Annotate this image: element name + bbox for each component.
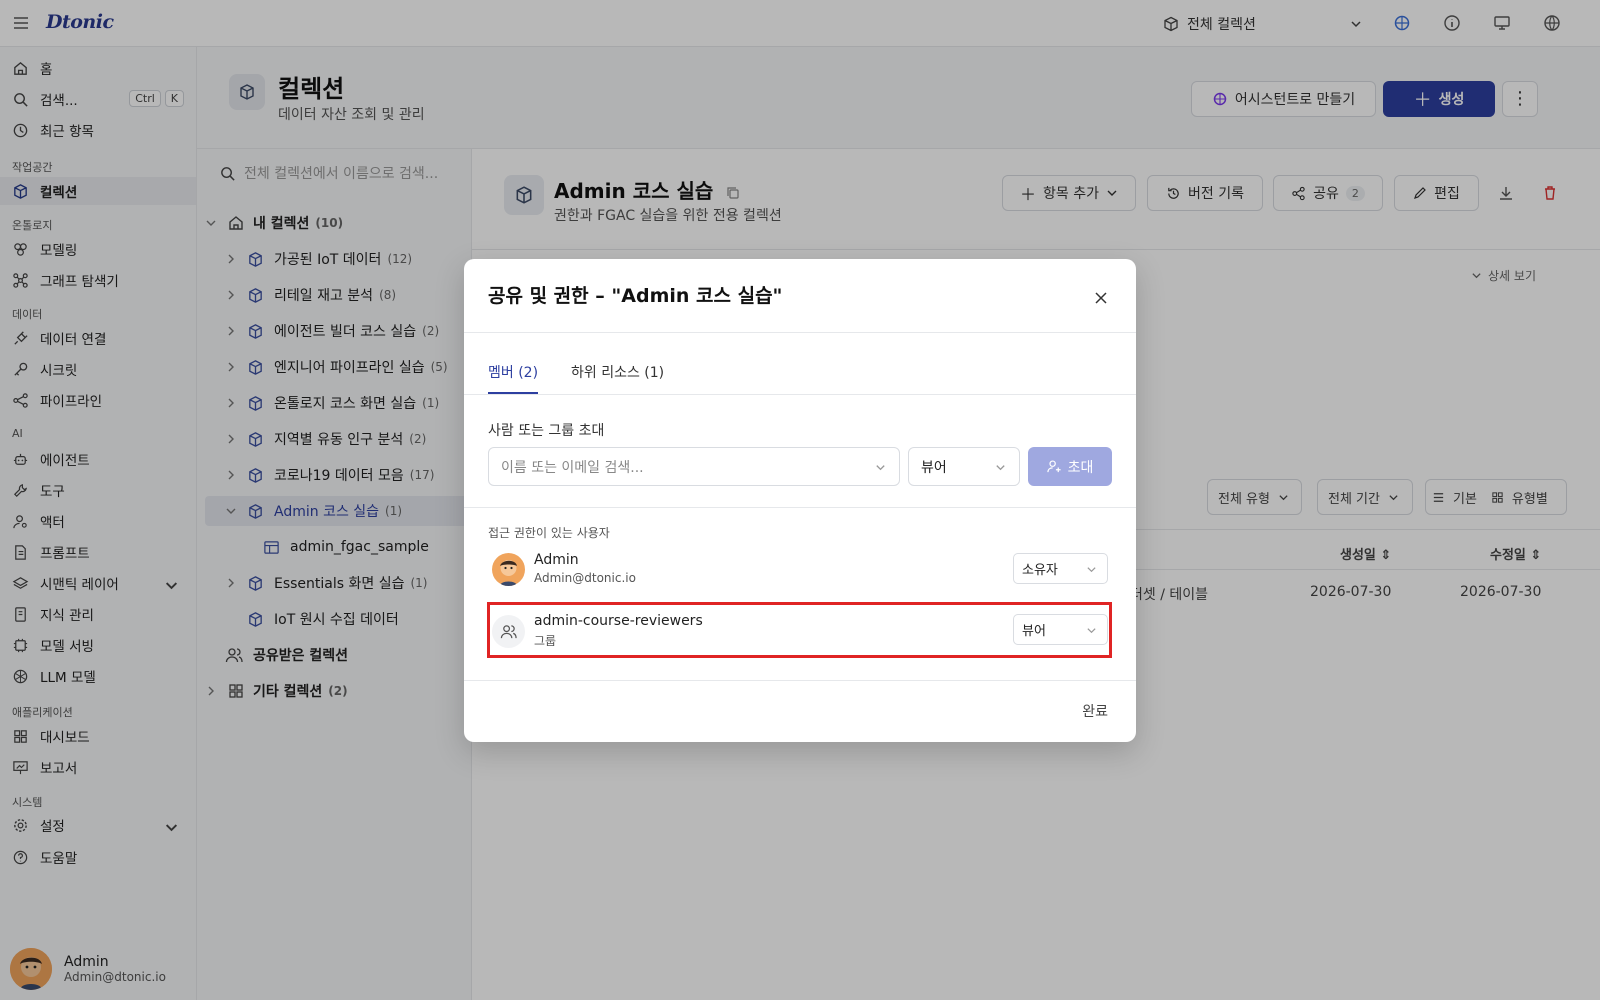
divider — [464, 332, 1136, 333]
divider — [464, 507, 1136, 508]
invite-label: 사람 또는 그룹 초대 — [488, 423, 605, 439]
member-row: Admin Admin@dtonic.io 소유자 — [488, 545, 1112, 593]
dialog-title: 공유 및 권한 – "Admin 코스 실습" — [488, 285, 783, 307]
member-name: Admin — [534, 552, 579, 568]
invite-placeholder: 이름 또는 이메일 검색... — [501, 459, 644, 476]
member-role-value: 뷰어 — [1022, 624, 1046, 639]
invite-button-label: 초대 — [1067, 459, 1094, 476]
invite-search-input[interactable]: 이름 또는 이메일 검색... — [488, 447, 900, 486]
access-list-label: 접근 권한이 있는 사용자 — [488, 526, 610, 540]
chevron-down-icon — [1086, 564, 1097, 575]
member-row: admin-course-reviewers 그룹 뷰어 — [488, 606, 1112, 654]
member-name: admin-course-reviewers — [534, 613, 703, 629]
invite-role-select[interactable]: 뷰어 — [908, 447, 1020, 486]
invite-role-value: 뷰어 — [921, 459, 947, 476]
close-icon[interactable] — [1094, 291, 1108, 305]
member-email: Admin@dtonic.io — [534, 571, 636, 585]
users-icon — [492, 615, 525, 648]
done-button[interactable]: 완료 — [1082, 701, 1108, 721]
divider — [464, 680, 1136, 681]
chevron-down-icon — [1086, 625, 1097, 636]
share-permissions-dialog: 공유 및 권한 – "Admin 코스 실습" 멤버 (2) 하위 리소스 (1… — [464, 259, 1136, 742]
user-plus-icon — [1046, 459, 1062, 474]
chevron-down-icon — [994, 461, 1007, 474]
member-role-select[interactable]: 뷰어 — [1013, 614, 1108, 645]
member-role-select[interactable]: 소유자 — [1013, 553, 1108, 584]
divider — [464, 394, 1136, 395]
member-type: 그룹 — [534, 634, 557, 648]
tab-members[interactable]: 멤버 (2) — [488, 362, 538, 382]
chevron-down-icon — [874, 461, 887, 474]
avatar — [492, 553, 525, 586]
invite-button[interactable]: 초대 — [1028, 447, 1112, 486]
member-role-value: 소유자 — [1022, 563, 1058, 578]
tab-sub-resources[interactable]: 하위 리소스 (1) — [571, 362, 664, 382]
